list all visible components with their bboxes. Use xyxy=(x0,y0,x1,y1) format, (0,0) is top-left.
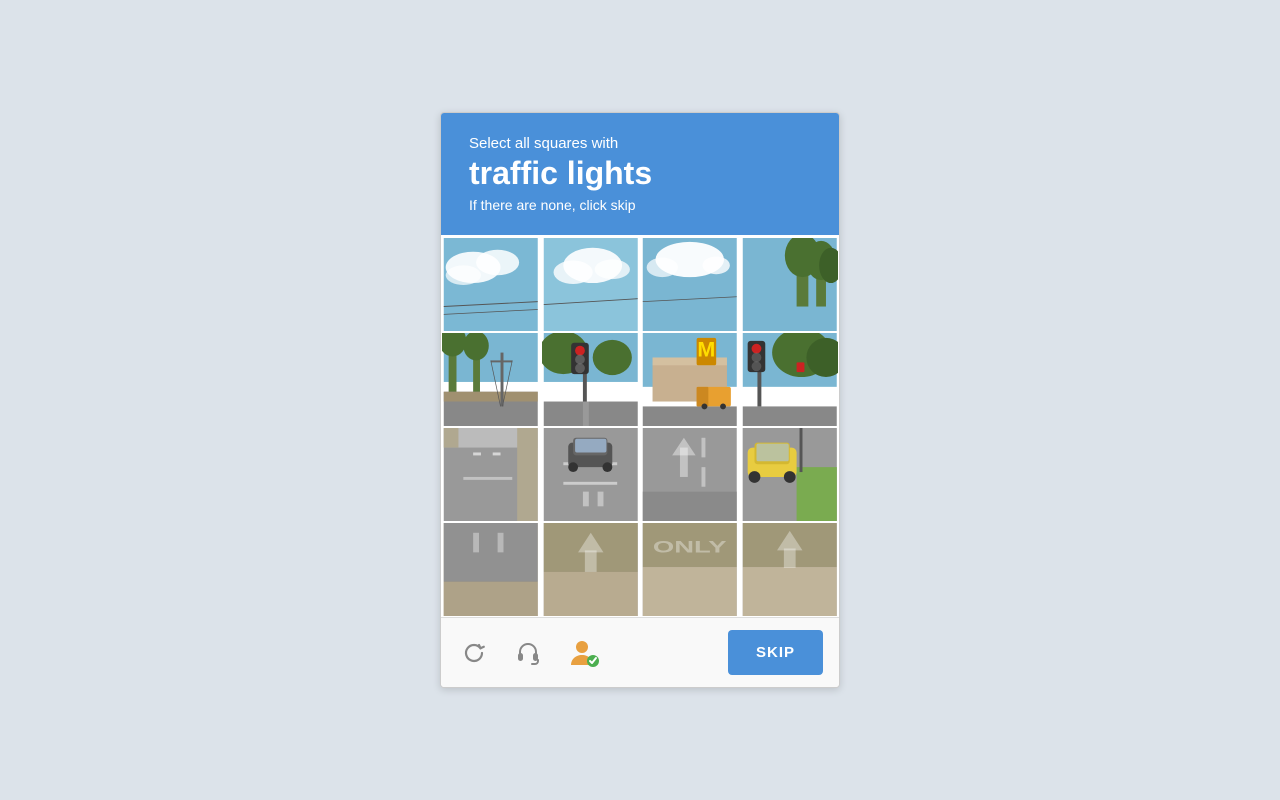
grid-cell-9[interactable] xyxy=(541,427,641,522)
grid-cell-14[interactable]: ONLY xyxy=(640,522,740,617)
headset-icon xyxy=(515,640,541,666)
grid-cell-11[interactable] xyxy=(740,427,840,522)
user-verified-button[interactable] xyxy=(565,635,603,671)
captcha-footer: SKIP xyxy=(441,617,839,687)
captcha-widget: Select all squares with traffic lights I… xyxy=(440,112,840,688)
grid-cell-13[interactable] xyxy=(541,522,641,617)
grid-cell-2[interactable] xyxy=(640,237,740,332)
captcha-subtitle: Select all squares with xyxy=(469,135,811,152)
grid-cell-10[interactable] xyxy=(640,427,740,522)
skip-button[interactable]: SKIP xyxy=(728,630,823,675)
refresh-icon xyxy=(461,640,487,666)
grid-cell-1[interactable] xyxy=(541,237,641,332)
grid-cell-3[interactable] xyxy=(740,237,840,332)
audio-button[interactable] xyxy=(511,636,545,670)
footer-icons xyxy=(457,635,603,671)
grid-cell-15[interactable] xyxy=(740,522,840,617)
user-verified-icon xyxy=(569,639,599,667)
grid-cell-12[interactable] xyxy=(441,522,541,617)
captcha-grid: M xyxy=(441,235,839,617)
grid-cell-0[interactable] xyxy=(441,237,541,332)
grid-cell-8[interactable] xyxy=(441,427,541,522)
captcha-main-title: traffic lights xyxy=(469,156,811,191)
grid-cell-5[interactable] xyxy=(541,332,641,427)
grid-cell-6[interactable]: M xyxy=(640,332,740,427)
captcha-header: Select all squares with traffic lights I… xyxy=(441,113,839,235)
captcha-hint: If there are none, click skip xyxy=(469,197,811,213)
refresh-button[interactable] xyxy=(457,636,491,670)
grid-cell-4[interactable] xyxy=(441,332,541,427)
svg-text:ONLY: ONLY xyxy=(653,538,727,556)
grid-cell-7[interactable] xyxy=(740,332,840,427)
svg-text:M: M xyxy=(697,338,715,362)
